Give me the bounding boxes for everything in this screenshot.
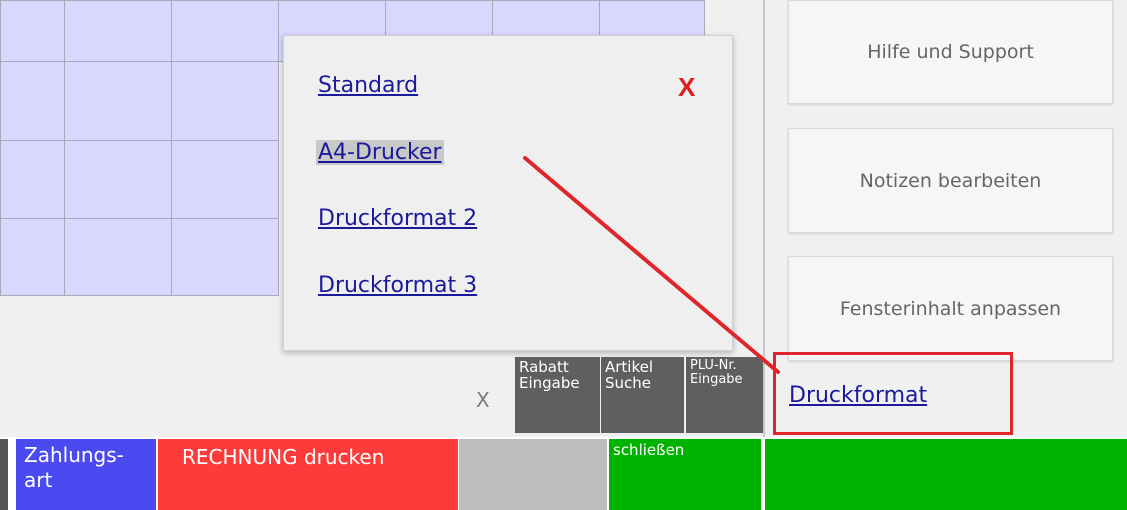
annotation-arrow [523,156,780,374]
